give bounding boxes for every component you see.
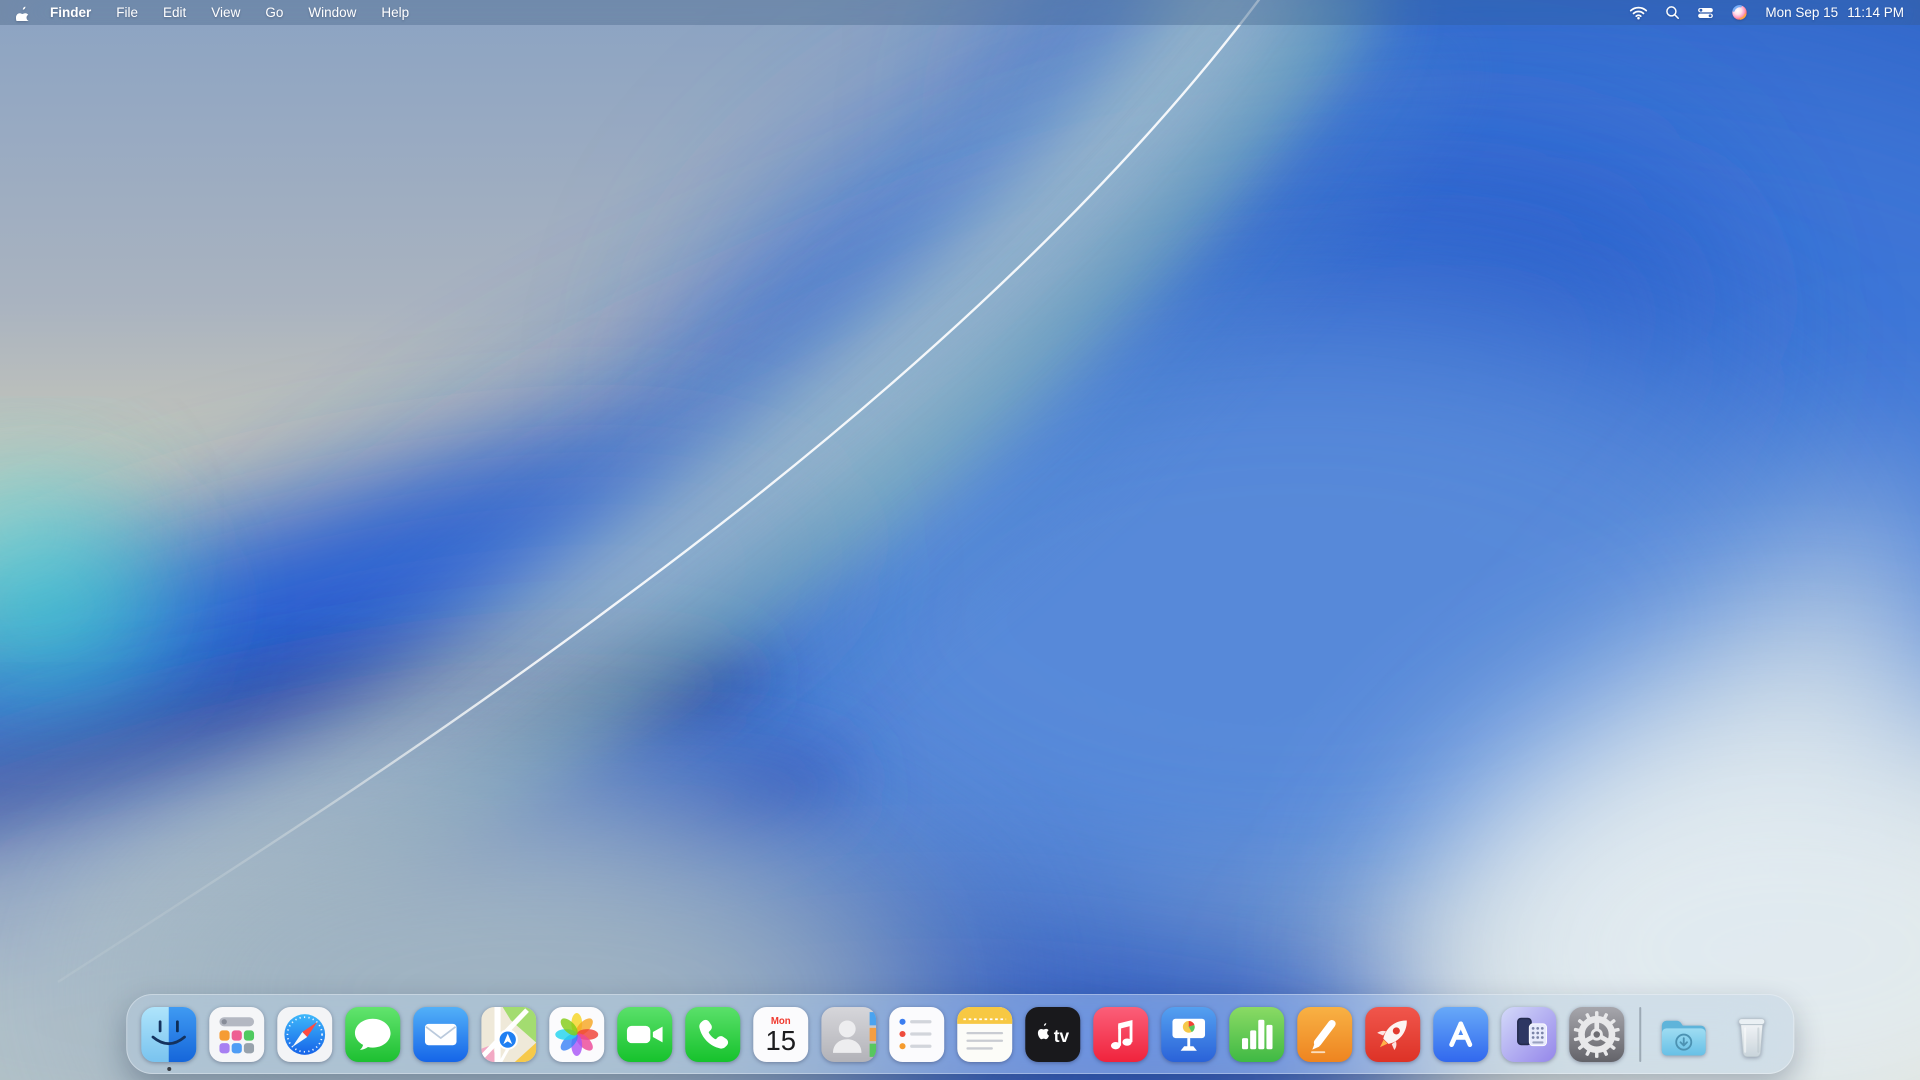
phone-icon <box>684 1006 741 1063</box>
menu-bar-right: Mon Sep 15 11:14 PM <box>1629 4 1904 21</box>
pages-icon <box>1296 1006 1353 1063</box>
clock-date: Mon Sep 15 <box>1765 5 1839 20</box>
keynote-icon <box>1160 1006 1217 1063</box>
clock-time: 11:14 PM <box>1847 5 1904 20</box>
dock-item-safari[interactable] <box>276 1006 333 1063</box>
spotlight-search-icon[interactable] <box>1665 5 1680 20</box>
dock-item-downloads[interactable] <box>1655 1006 1712 1063</box>
dock-divider <box>1639 1006 1641 1062</box>
calendar-icon: Mon 15 <box>752 1006 809 1063</box>
music-icon <box>1092 1006 1149 1063</box>
dock-item-keynote[interactable] <box>1160 1006 1217 1063</box>
dock-item-tv[interactable]: tv <box>1024 1006 1081 1063</box>
dock-item-messages[interactable] <box>344 1006 401 1063</box>
launchpad-icon <box>208 1006 265 1063</box>
menu-items: Finder File Edit View Go Window Help <box>50 5 409 20</box>
dock-item-numbers[interactable] <box>1228 1006 1285 1063</box>
dock-item-phone[interactable] <box>684 1006 741 1063</box>
dock-item-calendar[interactable]: Mon 15 <box>752 1006 809 1063</box>
dock-item-notes[interactable] <box>956 1006 1013 1063</box>
photos-icon <box>548 1006 605 1063</box>
iphone-mirroring-icon <box>1500 1006 1557 1063</box>
tv-icon: tv <box>1024 1006 1081 1063</box>
dock-item-contacts[interactable] <box>820 1006 877 1063</box>
downloads-icon <box>1655 1006 1712 1063</box>
messages-icon <box>344 1006 401 1063</box>
desktop: { "menu_bar": { "left_items": [ {"label"… <box>0 0 1920 1080</box>
control-center-icon[interactable] <box>1697 6 1715 19</box>
desktop-wallpaper <box>0 0 1920 1080</box>
app-store-icon <box>1432 1006 1489 1063</box>
dock-item-mail[interactable] <box>412 1006 469 1063</box>
settings-icon <box>1568 1006 1625 1063</box>
trash-icon <box>1723 1006 1780 1063</box>
menu-clock[interactable]: Mon Sep 15 11:14 PM <box>1765 5 1904 20</box>
svg-text:tv: tv <box>1054 1026 1070 1046</box>
finder-icon <box>140 1006 197 1063</box>
dock-item-rocket[interactable] <box>1364 1006 1421 1063</box>
svg-text:15: 15 <box>765 1024 796 1055</box>
dock-item-photos[interactable] <box>548 1006 605 1063</box>
apple-menu[interactable] <box>16 5 29 21</box>
wifi-icon[interactable] <box>1629 5 1648 20</box>
dock-item-music[interactable] <box>1092 1006 1149 1063</box>
dock-item-facetime[interactable] <box>616 1006 673 1063</box>
dock-item-finder[interactable] <box>140 1006 197 1063</box>
menu-item-go[interactable]: Go <box>265 5 283 20</box>
facetime-icon <box>616 1006 673 1063</box>
dock-item-reminders[interactable] <box>888 1006 945 1063</box>
contacts-icon <box>820 1006 877 1063</box>
dock-item-launchpad[interactable] <box>208 1006 265 1063</box>
menu-item-window[interactable]: Window <box>308 5 356 20</box>
maps-icon <box>480 1006 537 1063</box>
menu-item-help[interactable]: Help <box>381 5 409 20</box>
menu-item-file[interactable]: File <box>116 5 138 20</box>
menu-item-finder[interactable]: Finder <box>50 5 91 20</box>
dock-item-iphone-mirroring[interactable] <box>1500 1006 1557 1063</box>
menu-bar: Finder File Edit View Go Window Help Mon Sep 1… <box>0 0 1920 25</box>
numbers-icon <box>1228 1006 1285 1063</box>
dock-item-maps[interactable] <box>480 1006 537 1063</box>
dock-item-trash[interactable] <box>1723 1006 1780 1063</box>
notes-icon <box>956 1006 1013 1063</box>
dock-item-pages[interactable] <box>1296 1006 1353 1063</box>
dock: Mon 15 tv <box>126 994 1794 1074</box>
status-icons <box>1629 4 1748 21</box>
mail-icon <box>412 1006 469 1063</box>
dock-item-settings[interactable] <box>1568 1006 1625 1063</box>
menu-item-edit[interactable]: Edit <box>163 5 186 20</box>
menu-item-view[interactable]: View <box>211 5 240 20</box>
safari-icon <box>276 1006 333 1063</box>
siri-icon[interactable] <box>1731 4 1748 21</box>
dock-item-app-store[interactable] <box>1432 1006 1489 1063</box>
reminders-icon <box>888 1006 945 1063</box>
rocket-icon <box>1364 1006 1421 1063</box>
